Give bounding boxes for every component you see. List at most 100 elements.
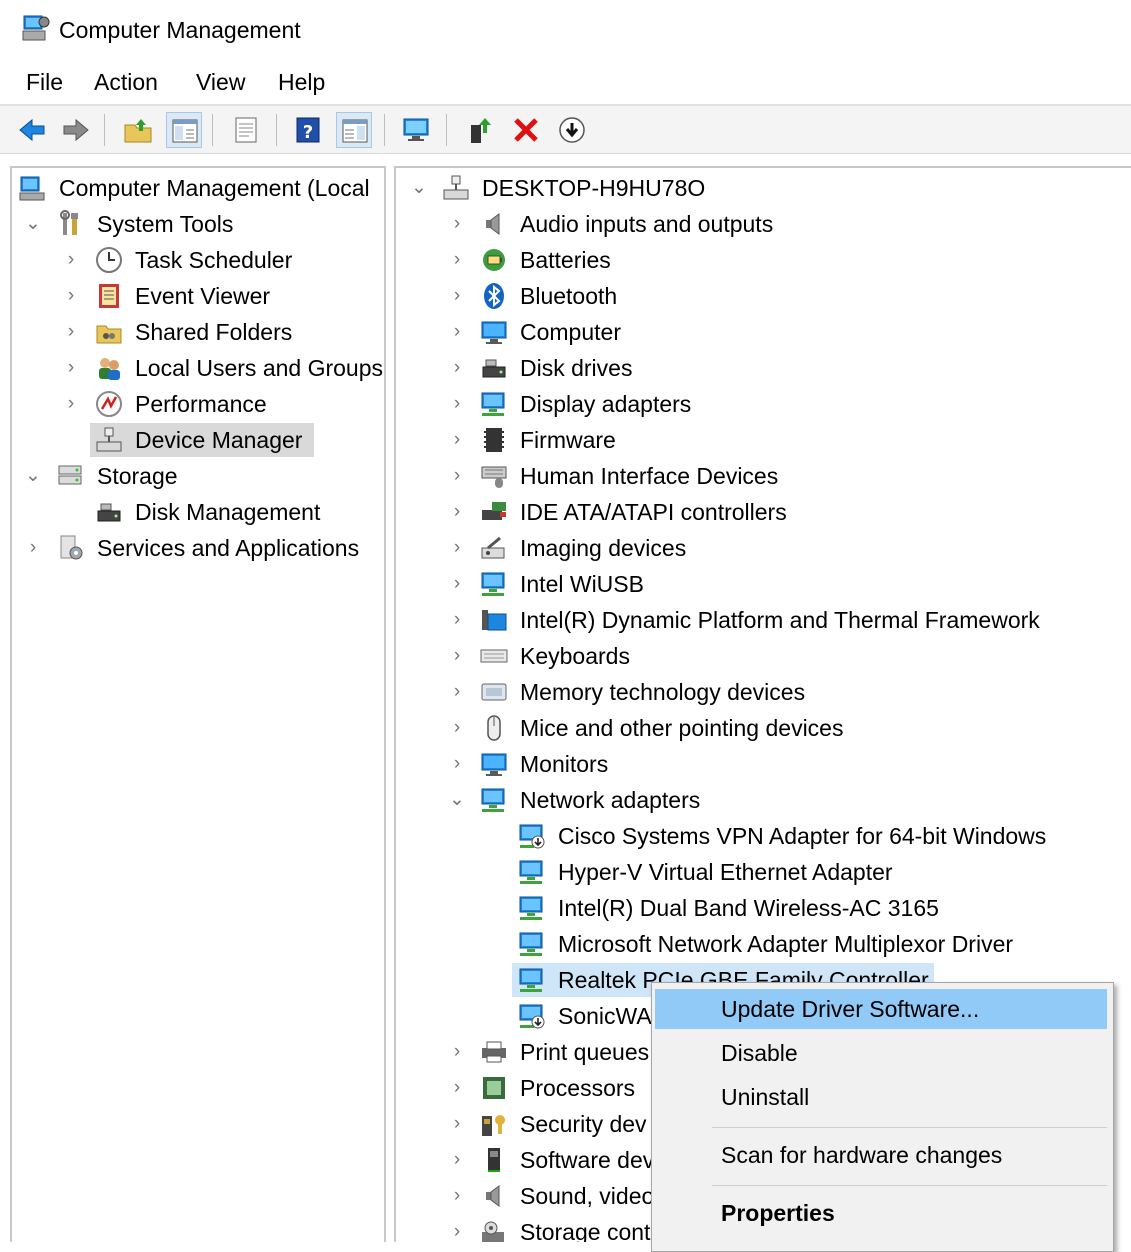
toolbar-separator (384, 114, 385, 146)
printer-icon (480, 1038, 508, 1066)
imaging-device-icon (480, 534, 508, 562)
category-audio[interactable]: › Audio inputs and outputs (396, 206, 1131, 242)
tree-label: Device Manager (135, 427, 303, 453)
scan-computer-icon[interactable] (398, 112, 434, 148)
uninstall-x-icon[interactable] (508, 112, 544, 148)
chevron-right-icon[interactable]: › (446, 638, 468, 674)
category-label: Sound, video (520, 1183, 655, 1209)
chevron-right-icon[interactable]: › (446, 602, 468, 638)
category-mice[interactable]: › Mice and other pointing devices (396, 710, 1131, 746)
category-network-adapters[interactable]: ⌄ Network adapters (396, 782, 1131, 818)
chevron-right-icon[interactable]: › (446, 350, 468, 386)
chevron-right-icon[interactable]: › (446, 1142, 468, 1178)
category-hid[interactable]: › Human Interface Devices (396, 458, 1131, 494)
show-hide-action-pane-icon[interactable] (336, 112, 372, 148)
enable-device-icon[interactable] (462, 112, 498, 148)
category-computer[interactable]: › Computer (396, 314, 1131, 350)
category-memory-technology[interactable]: › Memory technology devices (396, 674, 1131, 710)
chevron-right-icon[interactable]: › (446, 494, 468, 530)
tree-item-local-users[interactable]: › Local Users and Groups (12, 350, 384, 386)
category-display-adapters[interactable]: › Display adapters (396, 386, 1131, 422)
menu-help[interactable]: Help (278, 66, 325, 98)
category-bluetooth[interactable]: › Bluetooth (396, 278, 1131, 314)
tree-item-services-applications[interactable]: › Services and Applications (12, 530, 384, 566)
tree-item-computer-management[interactable]: Computer Management (Local (12, 170, 384, 206)
category-firmware[interactable]: › Firmware (396, 422, 1131, 458)
device-ms-multiplexor[interactable]: Microsoft Network Adapter Multiplexor Dr… (396, 926, 1131, 962)
chevron-right-icon[interactable]: › (60, 314, 82, 350)
back-arrow-icon[interactable] (14, 112, 50, 148)
category-label: Display adapters (520, 391, 692, 417)
network-adapter-icon (518, 966, 546, 994)
network-adapter-icon (480, 570, 508, 598)
tree-item-disk-management[interactable]: Disk Management (12, 494, 384, 530)
chevron-down-icon[interactable]: ⌄ (408, 170, 430, 206)
chevron-right-icon[interactable]: › (446, 314, 468, 350)
chevron-right-icon[interactable]: › (446, 1214, 468, 1242)
chevron-right-icon[interactable]: › (446, 1178, 468, 1214)
tree-item-system-tools[interactable]: ⌄ System Tools (12, 206, 384, 242)
tree-item-performance[interactable]: › Performance (12, 386, 384, 422)
chevron-down-icon[interactable]: ⌄ (22, 206, 44, 242)
pane-splitter[interactable] (386, 160, 394, 1242)
category-imaging[interactable]: › Imaging devices (396, 530, 1131, 566)
tree-item-event-viewer[interactable]: › Event Viewer (12, 278, 384, 314)
tree-item-computer-root[interactable]: ⌄ DESKTOP-H9HU78O (396, 170, 1131, 206)
category-keyboards[interactable]: › Keyboards (396, 638, 1131, 674)
chevron-right-icon[interactable]: › (446, 1070, 468, 1106)
chevron-right-icon[interactable]: › (446, 1106, 468, 1142)
menu-action[interactable]: Action (94, 66, 158, 98)
menu-item-scan-hardware[interactable]: Scan for hardware changes (655, 1135, 1107, 1175)
device-hyperv-adapter[interactable]: Hyper-V Virtual Ethernet Adapter (396, 854, 1131, 890)
menu-item-properties[interactable]: Properties (655, 1193, 1107, 1233)
chevron-right-icon[interactable]: › (446, 386, 468, 422)
menu-item-uninstall[interactable]: Uninstall (655, 1077, 1107, 1117)
properties-sheet-icon[interactable] (228, 112, 264, 148)
menu-view[interactable]: View (196, 66, 245, 98)
download-update-icon[interactable] (554, 112, 590, 148)
tree-item-storage[interactable]: ⌄ Storage (12, 458, 384, 494)
security-key-icon (480, 1110, 508, 1138)
device-intel-wireless[interactable]: Intel(R) Dual Band Wireless-AC 3165 (396, 890, 1131, 926)
chevron-right-icon[interactable]: › (446, 746, 468, 782)
chevron-right-icon[interactable]: › (446, 710, 468, 746)
chevron-right-icon[interactable]: › (446, 458, 468, 494)
chevron-right-icon[interactable]: › (446, 530, 468, 566)
tree-item-task-scheduler[interactable]: › Task Scheduler (12, 242, 384, 278)
chevron-right-icon[interactable]: › (446, 422, 468, 458)
help-icon[interactable]: ? (290, 112, 326, 148)
category-label: IDE ATA/ATAPI controllers (520, 499, 787, 525)
category-monitors[interactable]: › Monitors (396, 746, 1131, 782)
chevron-down-icon[interactable]: ⌄ (22, 458, 44, 494)
chevron-right-icon[interactable]: › (60, 386, 82, 422)
speaker-icon (480, 210, 508, 238)
chevron-right-icon[interactable]: › (22, 530, 44, 566)
category-ide[interactable]: › IDE ATA/ATAPI controllers (396, 494, 1131, 530)
chevron-right-icon[interactable]: › (446, 206, 468, 242)
show-hide-console-tree-icon[interactable] (166, 112, 202, 148)
device-cisco-vpn[interactable]: Cisco Systems VPN Adapter for 64-bit Win… (396, 818, 1131, 854)
menu-file[interactable]: File (26, 66, 63, 98)
tree-item-shared-folders[interactable]: › Shared Folders (12, 314, 384, 350)
up-folder-icon[interactable] (120, 112, 156, 148)
category-intel-dptf[interactable]: › Intel(R) Dynamic Platform and Thermal F… (396, 602, 1131, 638)
menu-item-disable[interactable]: Disable (655, 1033, 1107, 1073)
chevron-right-icon[interactable]: › (60, 242, 82, 278)
forward-arrow-icon[interactable] (58, 112, 94, 148)
tree-item-device-manager[interactable]: Device Manager (12, 422, 384, 458)
chevron-down-icon[interactable]: ⌄ (446, 782, 468, 818)
chevron-right-icon[interactable]: › (446, 674, 468, 710)
network-adapter-icon (518, 894, 546, 922)
category-intel-wiusb[interactable]: › Intel WiUSB (396, 566, 1131, 602)
menu-item-update-driver[interactable]: Update Driver Software... (655, 989, 1107, 1029)
shared-folder-icon (95, 318, 123, 346)
context-menu: Update Driver Software... Disable Uninst… (651, 982, 1114, 1252)
category-batteries[interactable]: › Batteries (396, 242, 1131, 278)
category-disk-drives[interactable]: › Disk drives (396, 350, 1131, 386)
chevron-right-icon[interactable]: › (446, 1034, 468, 1070)
chevron-right-icon[interactable]: › (60, 278, 82, 314)
chevron-right-icon[interactable]: › (446, 566, 468, 602)
chevron-right-icon[interactable]: › (446, 242, 468, 278)
chevron-right-icon[interactable]: › (60, 350, 82, 386)
chevron-right-icon[interactable]: › (446, 278, 468, 314)
